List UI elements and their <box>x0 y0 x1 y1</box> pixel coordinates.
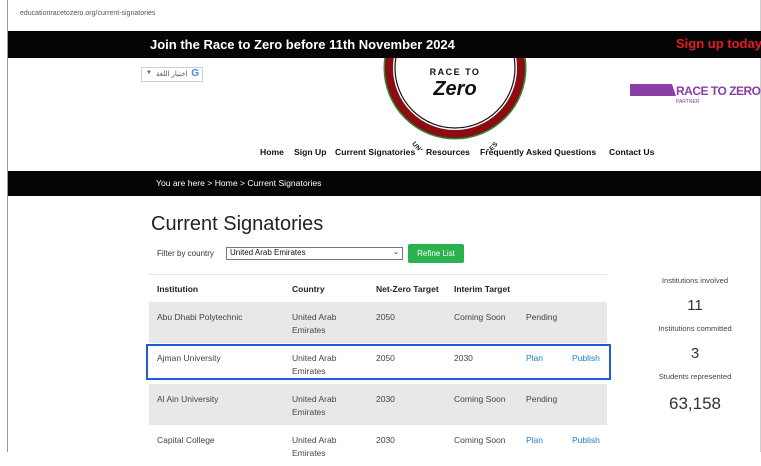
cell-interim: Coming Soon <box>454 394 506 404</box>
top-banner: Join the Race to Zero before 11th Novemb… <box>8 31 761 58</box>
cell-status: Pending <box>526 312 558 322</box>
header-country: Country <box>292 284 325 294</box>
header-institution: Institution <box>157 284 199 294</box>
address-bar[interactable]: educationracetozero.org/current-signator… <box>8 0 760 32</box>
highlight-box <box>146 344 611 380</box>
stat-committed-value: 3 <box>690 345 700 362</box>
cell-net-zero: 2030 <box>376 394 395 404</box>
stat-students-label: Students represented <box>658 372 732 381</box>
partner-sub: PARTNER <box>676 99 700 105</box>
url-text: educationracetozero.org/current-signator… <box>20 10 156 17</box>
page-title: Current Signatories <box>151 213 324 235</box>
breadcrumb: You are here > Home > Current Signatorie… <box>156 178 322 188</box>
main-nav: Home Sign Up Current Signatories Resourc… <box>8 147 761 161</box>
chevron-down-icon: ⌄ <box>393 249 399 256</box>
nav-sign-up[interactable]: Sign Up <box>294 147 326 157</box>
cell-status: Pending <box>526 394 558 404</box>
table-row: Al Ain University United Arab Emirates 2… <box>149 384 607 425</box>
cell-country: United Arab Emirates <box>292 435 337 458</box>
google-g-icon: G <box>191 68 199 79</box>
cell-interim: Coming Soon <box>454 312 506 322</box>
stat-committed-label: Institutions committed <box>658 324 732 333</box>
cell-country: United Arab Emirates <box>292 394 337 417</box>
header-net-zero: Net-Zero Target <box>376 284 439 294</box>
cell-institution: Al Ain University <box>157 394 219 404</box>
banner-title: Join the Race to Zero before 11th Novemb… <box>150 37 455 52</box>
publish-link[interactable]: Publish <box>572 434 600 447</box>
country-select-value: United Arab Emirates <box>230 248 306 257</box>
breadcrumb-bar: You are here > Home > Current Signatorie… <box>8 171 761 196</box>
cell-institution: Abu Dhabi Polytechnic <box>157 312 243 322</box>
plan-link[interactable]: Plan <box>526 434 543 447</box>
nav-faq[interactable]: Frequently Asked Questions <box>480 147 596 157</box>
logo-race-to: RACE TO <box>430 67 481 77</box>
table-row: Abu Dhabi Polytechnic United Arab Emirat… <box>149 302 607 343</box>
stat-students-value: 63,158 <box>669 394 721 413</box>
race-to-zero-logo[interactable]: RACE TO Zero UNIVERSITIES & COLLEGES <box>380 58 530 150</box>
cell-net-zero: 2030 <box>376 435 395 445</box>
dropdown-arrow-icon: ▼ <box>146 70 152 76</box>
cell-country: United Arab Emirates <box>292 312 337 335</box>
partner-badge: RACE TO ZERO PARTNER <box>630 80 761 106</box>
nav-home[interactable]: Home <box>260 147 284 157</box>
nav-resources[interactable]: Resources <box>426 147 470 157</box>
country-select[interactable]: United Arab Emirates ⌄ <box>226 247 403 260</box>
signup-link[interactable]: Sign up today <box>676 36 761 51</box>
table-header: Institution Country Net-Zero Target Inte… <box>149 274 607 302</box>
cell-net-zero: 2050 <box>376 312 395 322</box>
stat-involved-label: Institutions involved <box>661 276 729 285</box>
table-row: Capital College United Arab Emirates 203… <box>149 425 607 466</box>
nav-current-signatories[interactable]: Current Signatories <box>335 147 415 157</box>
nav-contact-us[interactable]: Contact Us <box>609 147 654 157</box>
cell-institution: Capital College <box>157 435 215 445</box>
language-label: اختيار اللغة <box>156 71 188 78</box>
language-selector[interactable]: ▼ اختيار اللغة G <box>141 67 203 82</box>
window-frame-left <box>0 0 8 452</box>
header-interim: Interim Target <box>454 284 511 294</box>
logo-zero: Zero <box>432 78 476 100</box>
partner-title: RACE TO ZERO <box>676 84 761 98</box>
stat-involved-value: 11 <box>687 297 703 314</box>
refine-list-button[interactable]: Refine List <box>408 244 464 263</box>
cell-interim: Coming Soon <box>454 435 506 445</box>
filter-label: Filter by country <box>157 249 214 258</box>
